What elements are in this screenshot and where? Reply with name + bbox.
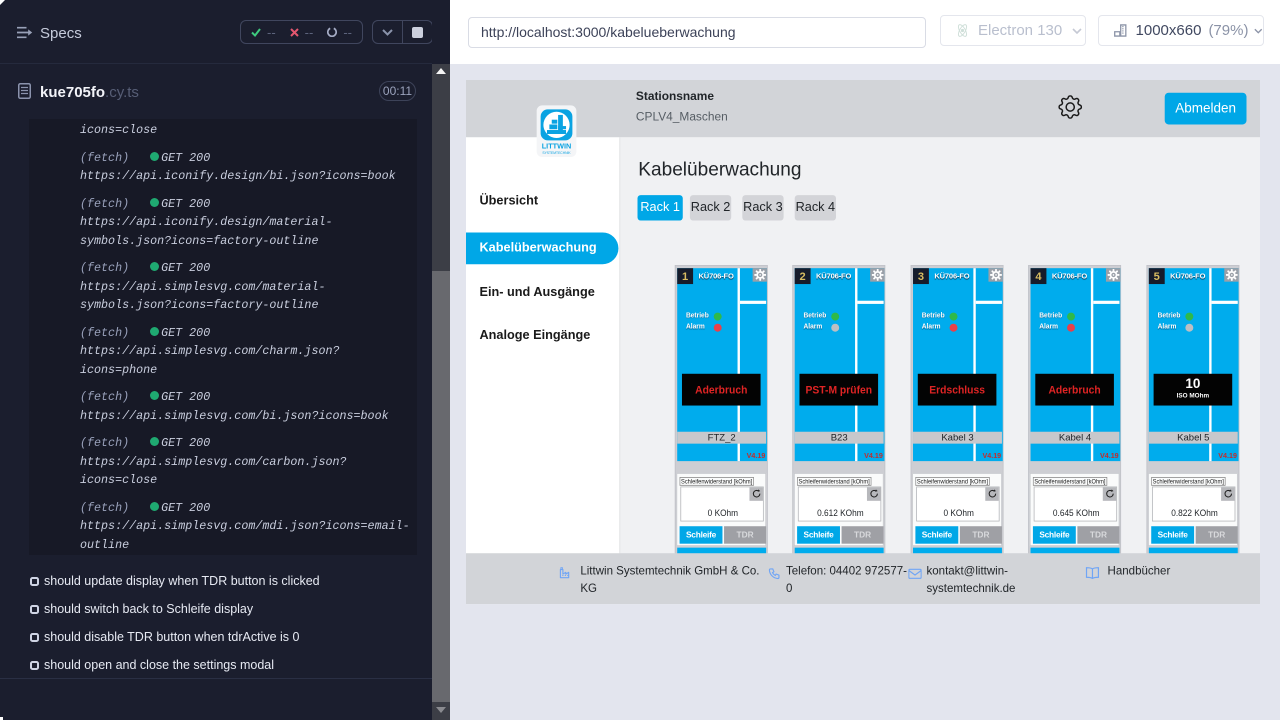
svg-text:SYSTEMTECHNIK: SYSTEMTECHNIK (542, 151, 571, 155)
svg-text:LITTWIN: LITTWIN (542, 141, 572, 150)
